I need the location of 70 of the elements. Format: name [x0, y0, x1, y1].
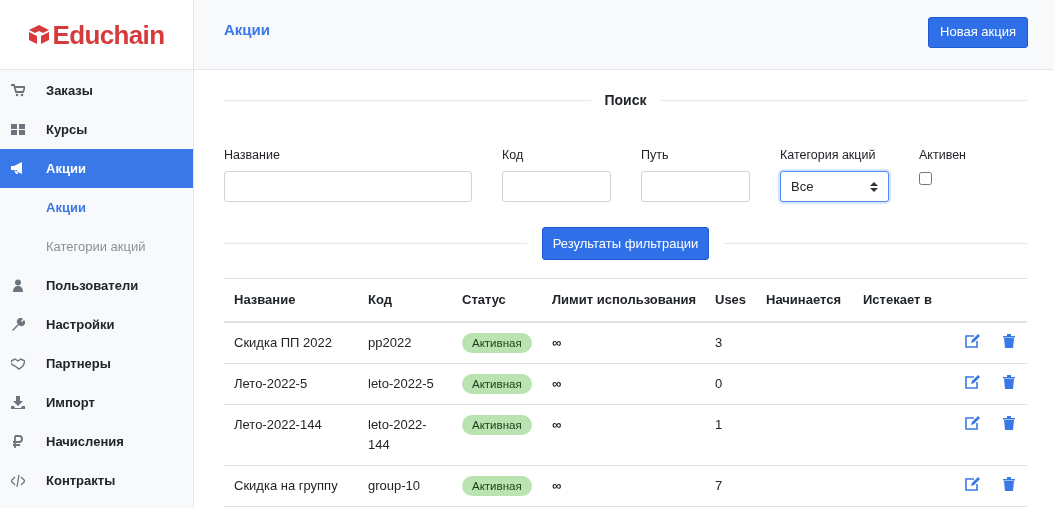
trash-icon[interactable]	[1003, 374, 1015, 389]
grid-icon	[11, 122, 25, 137]
status-badge: Активная	[462, 373, 532, 394]
field-label: Активен	[919, 148, 967, 163]
promotion-name: Скидка ПП 2022	[234, 334, 332, 350]
active-checkbox[interactable]	[919, 172, 932, 185]
sort-arrows-icon	[870, 181, 878, 192]
sidebar-subitem[interactable]: Акции	[0, 188, 193, 227]
status-badge: Активная	[462, 414, 532, 435]
cart-icon	[11, 83, 25, 98]
column-header: Uses	[715, 292, 747, 307]
sidebar-item[interactable]: Импорт	[0, 383, 193, 422]
promotion-name: Лето-2022-144	[234, 416, 322, 432]
sidebar-item[interactable]: Курсы	[0, 110, 193, 149]
sidebar-item[interactable]: Начисления	[0, 422, 193, 461]
column-header: Лимит использования	[552, 292, 697, 307]
wrench-icon	[11, 317, 25, 332]
sidebar-item[interactable]: Контракты	[0, 461, 193, 500]
uses-count: 3	[715, 334, 723, 350]
sidebar-item[interactable]: Акции	[0, 149, 193, 188]
promotion-code: leto-2022-144	[368, 416, 427, 452]
usage-limit: ∞	[552, 416, 562, 432]
code-icon	[11, 473, 25, 488]
column-header: Код	[368, 292, 392, 307]
column-header: Название	[234, 292, 296, 307]
column-header: Начинается	[766, 292, 841, 307]
field-label: Код	[502, 148, 525, 163]
field-label: Категория акций	[780, 148, 877, 163]
promotion-code: group-10	[368, 477, 421, 493]
column-header: Статус	[462, 292, 506, 307]
trash-icon[interactable]	[1003, 476, 1015, 491]
category-select[interactable]: Все	[780, 171, 889, 202]
new-promotion-button[interactable]: Новая акция	[928, 16, 1028, 48]
column-header: Истекает в	[863, 292, 932, 307]
edit-icon[interactable]	[965, 476, 981, 491]
promotion-name: Лето-2022-5	[234, 375, 308, 391]
usage-limit: ∞	[552, 375, 562, 391]
edit-icon[interactable]	[965, 415, 981, 430]
uses-count: 0	[715, 375, 723, 391]
filter-results-button[interactable]: Результаты фильтрации	[541, 227, 710, 260]
field-label: Название	[224, 148, 281, 163]
status-badge: Активная	[462, 332, 532, 353]
logo-text: Educhain	[52, 21, 165, 48]
status-badge: Активная	[462, 475, 532, 496]
text-field[interactable]	[224, 171, 472, 202]
logo-icon	[28, 25, 49, 44]
megaphone-icon	[11, 161, 25, 176]
trash-icon[interactable]	[1003, 333, 1015, 348]
uses-count: 1	[715, 416, 723, 432]
sidebar-item[interactable]: Пользователи	[0, 266, 193, 305]
uses-count: 7	[715, 477, 723, 493]
page-title: Акции	[224, 20, 270, 41]
sidebar-item[interactable]: Заказы	[0, 71, 193, 110]
promotion-name: Скидка на группу	[234, 477, 338, 493]
field-label: Путь	[641, 148, 670, 163]
download-icon	[11, 395, 25, 410]
sidebar-item[interactable]: Настройки	[0, 305, 193, 344]
promotion-code: pp2022	[368, 334, 412, 350]
sidebar-item[interactable]: Партнеры	[0, 344, 193, 383]
edit-icon[interactable]	[965, 374, 981, 389]
edit-icon[interactable]	[965, 333, 981, 348]
text-field[interactable]	[641, 171, 750, 202]
trash-icon[interactable]	[1003, 415, 1015, 430]
user-icon	[11, 278, 25, 293]
usage-limit: ∞	[552, 334, 562, 350]
promotion-code: leto-2022-5	[368, 375, 434, 391]
search-heading: Поиск	[604, 91, 647, 110]
ruble-icon	[11, 434, 25, 449]
usage-limit: ∞	[552, 477, 562, 493]
text-field[interactable]	[502, 171, 611, 202]
